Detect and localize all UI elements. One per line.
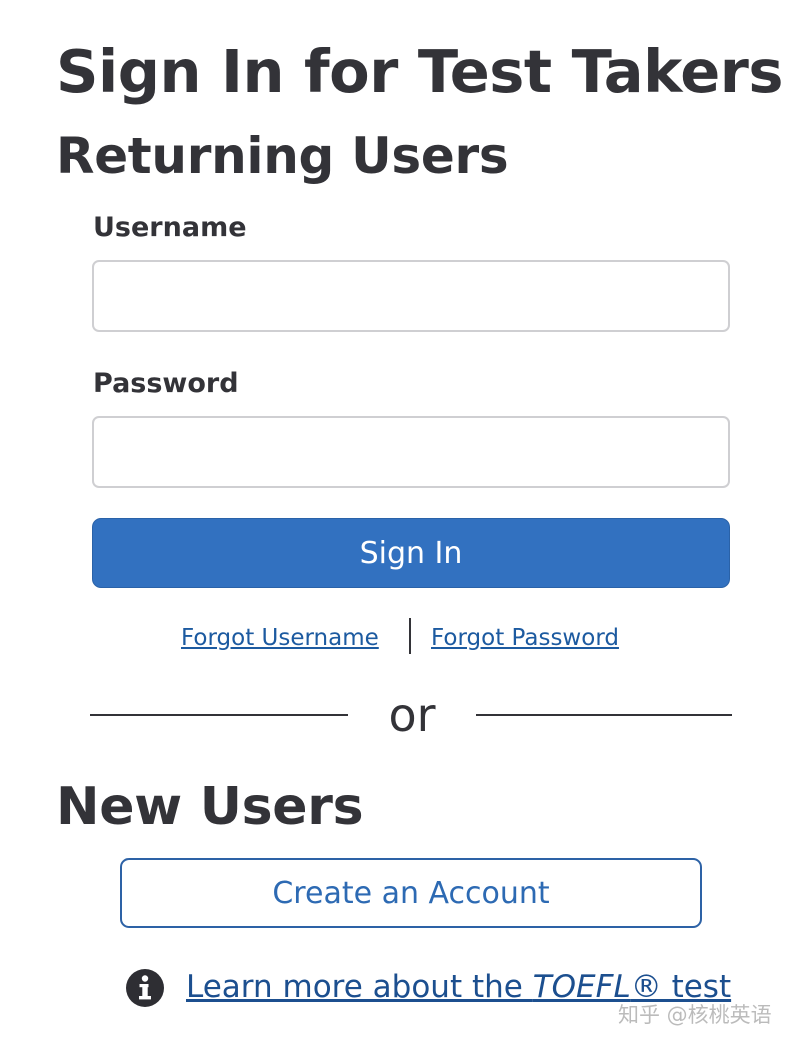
divider-line-left bbox=[90, 714, 348, 716]
page-title: Sign In for Test Takers bbox=[56, 37, 783, 106]
divider-line-right bbox=[476, 714, 732, 716]
forgot-links: Forgot Username Forgot Password bbox=[0, 618, 812, 658]
info-circle-icon bbox=[125, 968, 165, 1008]
link-separator bbox=[409, 618, 411, 654]
learn-more-toefl: TOEFL bbox=[532, 969, 631, 1005]
watermark: 知乎 @核桃英语 bbox=[618, 1003, 772, 1027]
password-input[interactable] bbox=[92, 416, 730, 488]
learn-more-prefix: Learn more about the bbox=[186, 969, 533, 1005]
sign-in-button[interactable]: Sign In bbox=[92, 518, 730, 588]
or-divider: or bbox=[0, 688, 812, 742]
password-label: Password bbox=[93, 368, 239, 399]
or-text: or bbox=[388, 688, 436, 742]
returning-users-heading: Returning Users bbox=[56, 127, 509, 185]
username-input[interactable] bbox=[92, 260, 730, 332]
new-users-heading: New Users bbox=[56, 777, 364, 837]
forgot-username-link[interactable]: Forgot Username bbox=[181, 622, 379, 654]
create-account-button[interactable]: Create an Account bbox=[120, 858, 702, 928]
forgot-password-link[interactable]: Forgot Password bbox=[431, 622, 619, 654]
username-label: Username bbox=[93, 212, 247, 243]
